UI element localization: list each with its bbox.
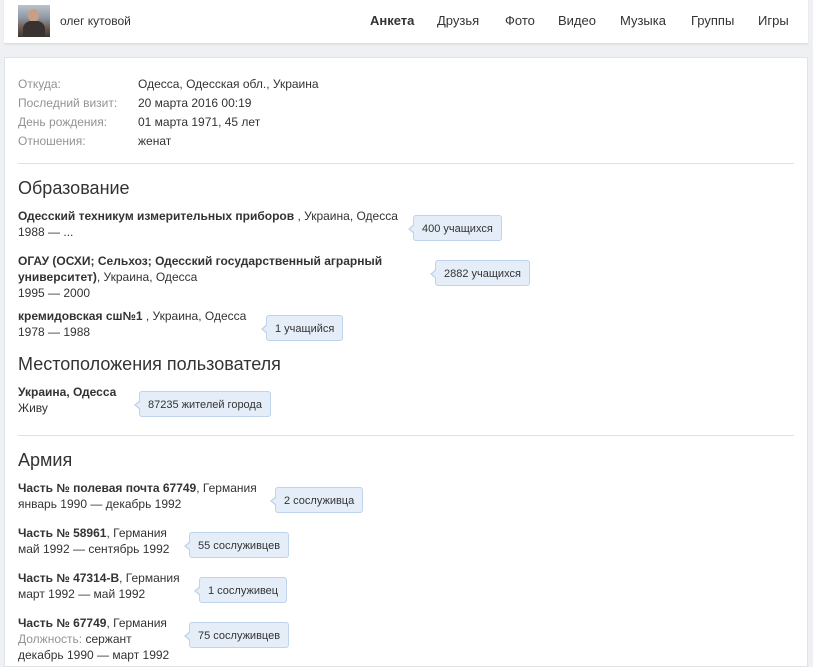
- school-name-link[interactable]: Одесский техникум измерительных приборов: [18, 209, 294, 223]
- info-value-from[interactable]: Одесса, Одесская обл., Украина: [138, 77, 319, 91]
- tab-games[interactable]: Игры: [758, 13, 789, 28]
- unit-name-link[interactable]: Часть № 58961: [18, 526, 106, 540]
- unit-dates: май 1992 — сентябрь 1992: [18, 542, 170, 556]
- unit-location: , Германия: [119, 571, 180, 585]
- school-name-link[interactable]: ОГАУ (ОСХИ; Сельхоз; Одесский государств…: [18, 254, 382, 268]
- army-heading: Армия: [18, 450, 73, 470]
- profile-nav: Анкета Друзья Фото Видео Музыка Группы И…: [4, 13, 808, 33]
- unit-location: , Германия: [106, 616, 167, 630]
- divider: [18, 435, 794, 436]
- position-value: сержант: [85, 632, 132, 646]
- tab-groups[interactable]: Группы: [691, 13, 734, 28]
- students-count-bubble[interactable]: 2882 учащихся: [430, 260, 530, 286]
- info-label: Последний визит:: [18, 96, 118, 110]
- tab-video[interactable]: Видео: [558, 13, 596, 28]
- residents-count-bubble[interactable]: 87235 жителей города: [134, 391, 271, 417]
- info-value-relationship: женат: [138, 134, 171, 148]
- school-location: , Украина, Одесса: [96, 270, 198, 284]
- army-item: Часть № 58961, Германия май 1992 — сентя…: [18, 525, 169, 557]
- locations-heading: Местоположения пользователя: [18, 354, 281, 374]
- education-heading: Образование: [18, 178, 130, 198]
- location-status: Живу: [18, 401, 48, 415]
- tab-friends[interactable]: Друзья: [437, 13, 479, 28]
- info-value: 20 марта 2016 00:19: [138, 96, 252, 110]
- colleagues-count-bubble[interactable]: 55 сослуживцев: [183, 532, 290, 558]
- students-count-bubble[interactable]: 400 учащихся: [408, 215, 502, 241]
- school-location: , Украина, Одесса: [294, 209, 398, 223]
- tab-photo[interactable]: Фото: [505, 13, 535, 28]
- unit-dates: январь 1990 — декабрь 1992: [18, 497, 182, 511]
- school-location: , Украина, Одесса: [142, 309, 247, 323]
- info-label: День рождения:: [18, 115, 108, 129]
- location-item: Украина, Одесса Живу: [18, 384, 116, 416]
- info-row-relationship: Отношения:: [18, 134, 86, 148]
- unit-dates: март 1992 — май 1992: [18, 587, 146, 601]
- info-value-last-visit: 20 марта 2016 00:19: [138, 96, 251, 110]
- army-item: Часть № 47314-В, Германия март 1992 — ма…: [18, 570, 180, 602]
- colleagues-count-bubble[interactable]: 2 сослуживца: [269, 487, 364, 513]
- school-name-link[interactable]: кремидовская сш№1: [18, 309, 143, 323]
- school-name-link-cont[interactable]: университет): [18, 270, 97, 284]
- info-value[interactable]: Одесса, Одесская обл., Украина: [138, 77, 319, 91]
- top-bar: олег кутовой Анкета Друзья Фото Видео Му…: [4, 0, 808, 44]
- school-years: 1988 — ...: [18, 225, 74, 239]
- info-value-birthday: 01 марта 1971, 45 лет: [138, 115, 260, 129]
- info-row-from: Откуда:: [18, 77, 61, 91]
- tab-anketa[interactable]: Анкета: [370, 13, 414, 28]
- unit-name-link[interactable]: Часть № 67749: [18, 616, 106, 630]
- school-years: 1995 — 2000: [18, 286, 91, 300]
- army-item: Часть № полевая почта 67749, Германия ян…: [18, 480, 257, 512]
- unit-location: , Германия: [196, 481, 257, 495]
- colleagues-count-bubble[interactable]: 1 сослуживец: [193, 577, 288, 603]
- army-item: Часть № 67749, Германия Должность: сержа…: [18, 615, 169, 663]
- info-label: Отношения:: [18, 134, 86, 148]
- education-item: Одесский техникум измерительных приборов…: [18, 208, 398, 240]
- unit-name-link[interactable]: Часть № 47314-В: [18, 571, 119, 585]
- unit-name-link[interactable]: Часть № полевая почта 67749: [18, 481, 196, 495]
- info-value: женат: [138, 134, 172, 148]
- education-item: кремидовская сш№1 , Украина, Одесса 1978…: [18, 308, 246, 340]
- colleagues-count-bubble[interactable]: 75 сослуживцев: [183, 622, 290, 648]
- students-count-bubble[interactable]: 1 учащийся: [260, 315, 344, 341]
- position-label: Должность:: [18, 632, 83, 646]
- divider: [18, 163, 794, 164]
- info-label: Откуда:: [18, 77, 61, 91]
- profile-card: Откуда: Одесса, Одесская обл., Украина П…: [4, 57, 808, 667]
- unit-dates: декабрь 1990 — март 1992: [18, 648, 170, 662]
- unit-location: , Германия: [106, 526, 167, 540]
- info-value: 01 марта 1971, 45 лет: [138, 115, 261, 129]
- tab-music[interactable]: Музыка: [620, 13, 666, 28]
- education-item: ОГАУ (ОСХИ; Сельхоз; Одесский государств…: [18, 253, 382, 301]
- info-row-last-visit: Последний визит:: [18, 96, 117, 110]
- school-years: 1978 — 1988: [18, 325, 91, 339]
- info-row-birthday: День рождения:: [18, 115, 107, 129]
- location-name-link[interactable]: Украина, Одесса: [18, 385, 116, 399]
